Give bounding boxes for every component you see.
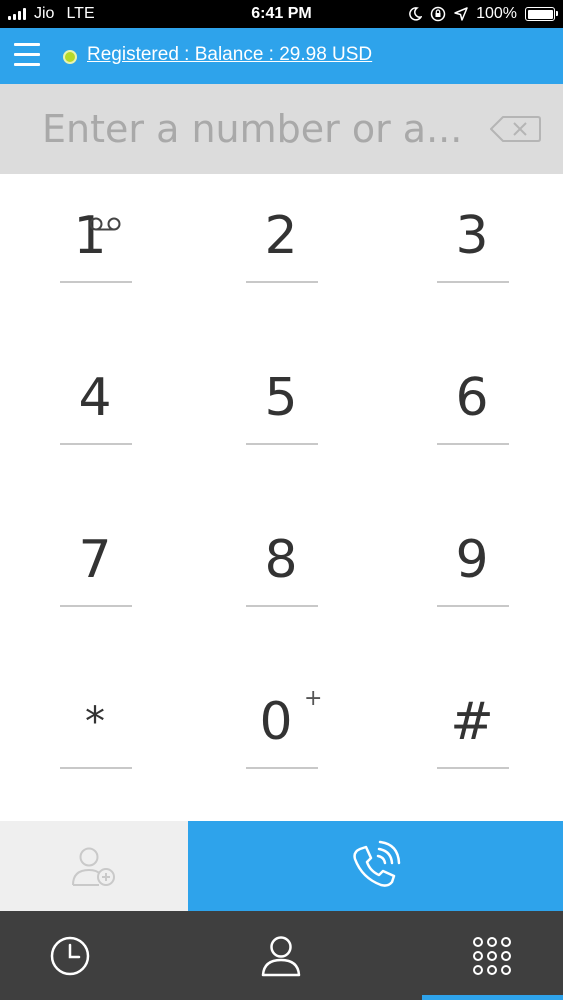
key-divider bbox=[246, 281, 318, 283]
active-tab-indicator bbox=[422, 995, 563, 1000]
key-digit: 8 bbox=[264, 530, 298, 590]
key-divider bbox=[246, 767, 318, 769]
location-icon bbox=[454, 7, 468, 21]
battery-percent: 100% bbox=[476, 5, 517, 22]
key-digit: 0 bbox=[259, 692, 293, 752]
backspace-icon[interactable] bbox=[489, 115, 541, 143]
key-digit: 2 bbox=[264, 206, 298, 266]
key-8[interactable]: 8 bbox=[186, 498, 376, 660]
header-bar: Registered : Balance : 29.98 USD bbox=[0, 28, 563, 84]
registration-status-link[interactable]: Registered : Balance : 29.98 USD bbox=[87, 44, 372, 66]
key-divider bbox=[246, 443, 318, 445]
key-3[interactable]: 3 bbox=[377, 174, 563, 336]
key-7[interactable]: 7 bbox=[0, 498, 190, 660]
key-star[interactable]: * bbox=[0, 660, 190, 822]
plus-label: + bbox=[304, 686, 323, 711]
clock-icon bbox=[50, 936, 90, 975]
key-hash[interactable]: # bbox=[377, 660, 563, 822]
moon-icon bbox=[409, 7, 423, 21]
key-digit: 3 bbox=[455, 206, 489, 266]
key-digit: 5 bbox=[264, 368, 298, 428]
key-digit: # bbox=[450, 692, 494, 752]
bottom-nav bbox=[0, 911, 563, 1000]
nav-history[interactable] bbox=[0, 911, 140, 1000]
nav-contacts[interactable] bbox=[211, 911, 351, 1000]
nav-keypad[interactable] bbox=[422, 911, 562, 1000]
number-input[interactable] bbox=[42, 102, 462, 156]
add-contact-button[interactable] bbox=[0, 821, 188, 911]
key-0[interactable]: 0 + bbox=[186, 660, 376, 822]
key-digit: 1 bbox=[73, 206, 107, 266]
status-bar-right: 100% bbox=[408, 5, 558, 23]
key-divider bbox=[437, 767, 509, 769]
key-divider bbox=[437, 605, 509, 607]
key-divider bbox=[60, 443, 132, 445]
add-contact-icon bbox=[72, 847, 115, 886]
key-digit: 9 bbox=[455, 530, 489, 590]
key-6[interactable]: 6 bbox=[377, 336, 563, 498]
voicemail-icon bbox=[89, 217, 121, 231]
key-divider bbox=[60, 767, 132, 769]
call-button[interactable] bbox=[188, 821, 563, 911]
key-2[interactable]: 2 bbox=[186, 174, 376, 336]
key-digit: 7 bbox=[78, 530, 112, 590]
battery-icon bbox=[525, 7, 558, 21]
key-digit: 4 bbox=[78, 368, 112, 428]
action-row bbox=[0, 821, 563, 911]
key-divider bbox=[437, 281, 509, 283]
key-divider bbox=[437, 443, 509, 445]
key-divider bbox=[60, 281, 132, 283]
status-bar: Jio LTE 6:41 PM 100% bbox=[0, 0, 563, 28]
key-digit: * bbox=[85, 699, 105, 745]
key-1[interactable]: 1 bbox=[0, 174, 190, 336]
keypad: 1 2 3 4 5 6 7 8 9 * 0 + # bbox=[0, 174, 563, 821]
call-icon bbox=[352, 840, 400, 887]
key-divider bbox=[246, 605, 318, 607]
key-divider bbox=[60, 605, 132, 607]
person-icon bbox=[261, 935, 301, 976]
menu-icon[interactable] bbox=[14, 43, 42, 69]
registration-status-dot bbox=[63, 50, 77, 64]
key-digit: 6 bbox=[455, 368, 489, 428]
orientation-lock-icon bbox=[430, 6, 446, 22]
number-input-bar bbox=[0, 84, 563, 174]
key-4[interactable]: 4 bbox=[0, 336, 190, 498]
key-5[interactable]: 5 bbox=[186, 336, 376, 498]
key-9[interactable]: 9 bbox=[377, 498, 563, 660]
keypad-icon bbox=[473, 936, 511, 975]
